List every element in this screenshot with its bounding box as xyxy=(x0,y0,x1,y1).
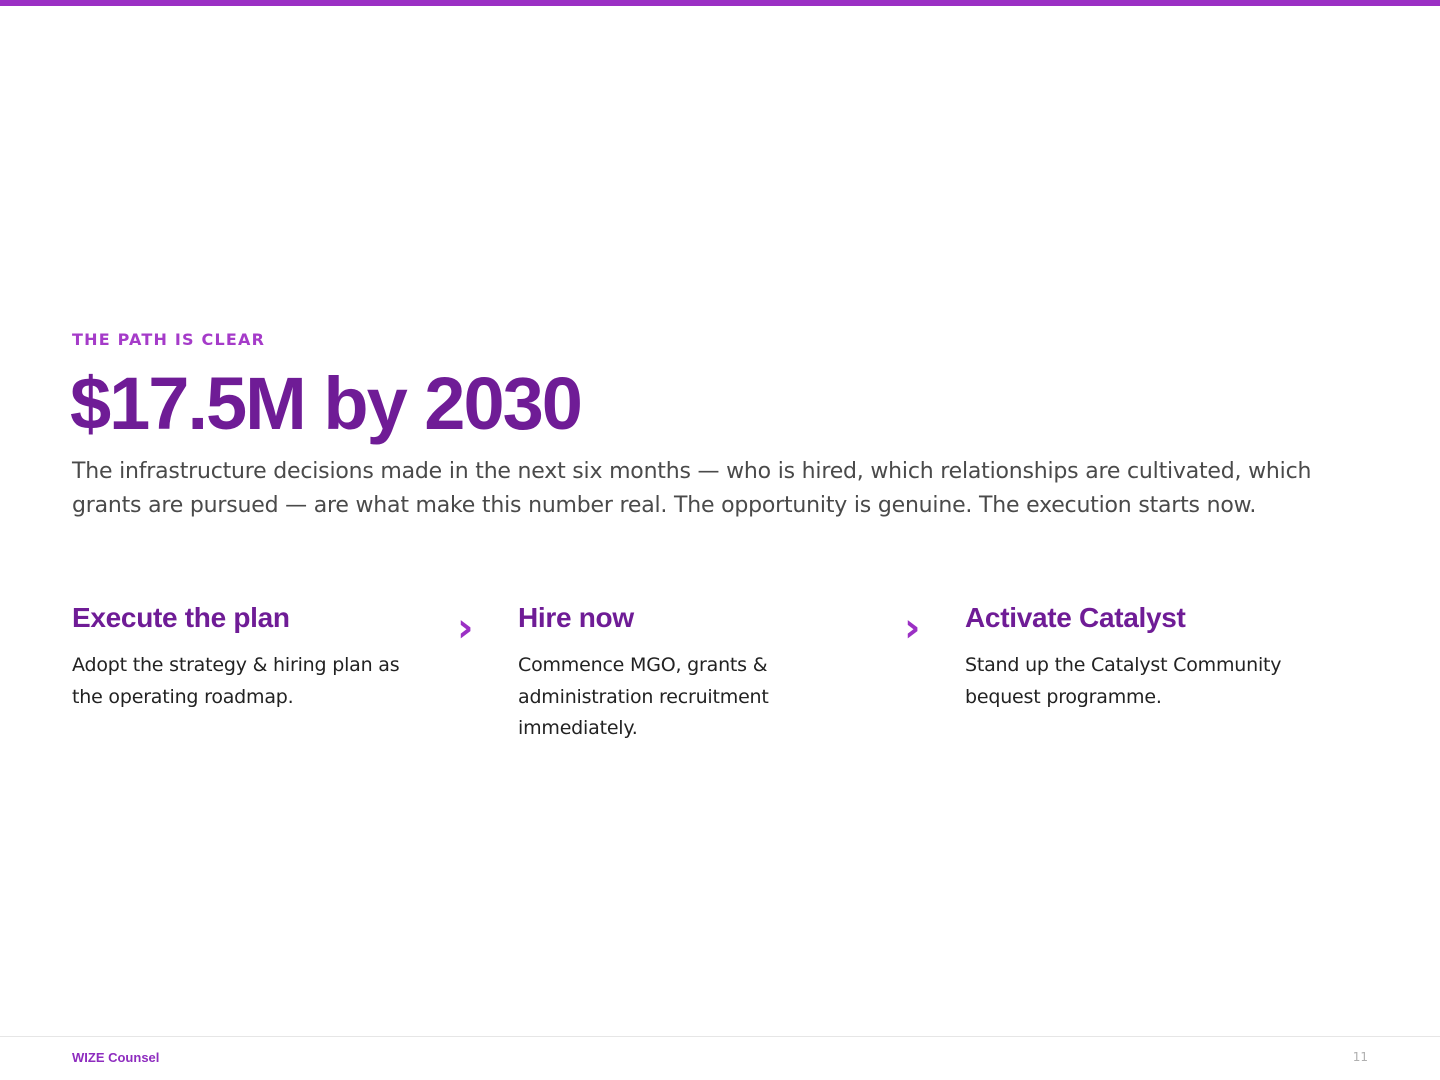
step-description: Stand up the Catalyst Community bequest … xyxy=(965,654,1282,708)
step-execute-plan: Execute the plan Adopt the strategy & hi… xyxy=(72,600,432,713)
section-eyebrow: THE PATH IS CLEAR xyxy=(72,330,266,349)
footer-divider xyxy=(0,1036,1440,1037)
step-activate-catalyst: Activate Catalyst Stand up the Catalyst … xyxy=(965,600,1325,713)
step-title: Execute the plan xyxy=(72,602,290,633)
step-title: Hire now xyxy=(518,602,634,633)
footer-brand: WIZE Counsel xyxy=(72,1050,160,1065)
chevron-right-icon: › xyxy=(457,605,474,651)
intro-paragraph: The infrastructure decisions made in the… xyxy=(72,459,1312,518)
step-title: Activate Catalyst xyxy=(965,602,1186,633)
page-title: $17.5M by 2030 xyxy=(70,362,583,445)
step-description: Adopt the strategy & hiring plan as the … xyxy=(72,654,400,708)
top-accent-bar xyxy=(0,0,1440,6)
page-number: 11 xyxy=(1352,1050,1368,1064)
step-hire-now: Hire now Commence MGO, grants & administ… xyxy=(518,600,818,745)
chevron-right-icon: › xyxy=(904,605,921,651)
step-description: Commence MGO, grants & administration re… xyxy=(518,654,769,739)
